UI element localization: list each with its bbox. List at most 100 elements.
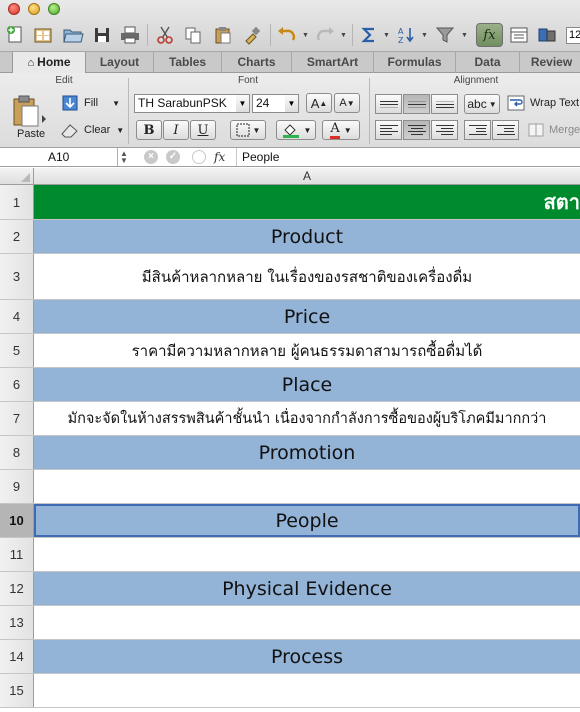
font-name-dropdown-icon[interactable]: ▼: [236, 94, 250, 113]
cut-button[interactable]: [152, 23, 178, 47]
description-cell[interactable]: มักจะจัดในห้างสรรพสินค้าชั้นนำ เนื่องจาก…: [34, 402, 580, 435]
tab-layout[interactable]: Layout: [86, 52, 154, 73]
italic-button[interactable]: I: [163, 120, 189, 140]
description-cell[interactable]: มีสินค้าหลากหลาย ในเรื่องของรสชาติของเคร…: [34, 254, 580, 299]
filter-funnel-icon: [435, 27, 455, 43]
font-size-dropdown-icon[interactable]: ▼: [285, 94, 299, 113]
sort-dropdown-icon[interactable]: ▼: [421, 32, 428, 39]
section-cell-physical-evidence[interactable]: Physical Evidence: [34, 572, 580, 605]
zoom-window-button[interactable]: [48, 3, 60, 15]
font-color-button[interactable]: A ▼: [322, 120, 360, 140]
column-header-a[interactable]: A: [34, 168, 580, 185]
row-header[interactable]: 7: [0, 402, 34, 435]
tab-smartart[interactable]: SmartArt: [292, 52, 374, 73]
shrink-font-button[interactable]: A ▼: [334, 93, 360, 113]
autosum-dropdown-icon[interactable]: ▼: [383, 32, 390, 39]
paste-toolbar-button[interactable]: [210, 23, 236, 47]
tab-data[interactable]: Data: [456, 52, 520, 73]
name-box-stepper-icon[interactable]: ▲ ▼: [120, 150, 128, 165]
redo-dropdown-icon[interactable]: ▼: [340, 32, 347, 39]
print-button[interactable]: [117, 23, 143, 47]
filter-button[interactable]: [433, 23, 459, 47]
row-header[interactable]: 2: [0, 220, 34, 253]
formula-input[interactable]: People: [242, 148, 279, 166]
tab-review[interactable]: Review: [520, 52, 580, 73]
toolbox-button[interactable]: [506, 23, 532, 47]
tab-charts[interactable]: Charts: [222, 52, 292, 73]
row-header[interactable]: 8: [0, 436, 34, 469]
row-header[interactable]: 1: [0, 185, 34, 219]
new-document-button[interactable]: [2, 23, 28, 47]
fill-button[interactable]: Fill ▼: [62, 95, 120, 111]
table-row: 1 สตา: [0, 185, 580, 220]
align-bottom-button[interactable]: [431, 94, 458, 114]
filter-dropdown-icon[interactable]: ▼: [461, 32, 468, 39]
copy-button[interactable]: [180, 23, 206, 47]
insert-function-icon[interactable]: fx: [214, 148, 225, 166]
section-cell-people[interactable]: People: [34, 504, 580, 537]
row-header[interactable]: 5: [0, 334, 34, 367]
tab-formulas[interactable]: Formulas: [374, 52, 456, 73]
tab-home[interactable]: ⌂ Home: [12, 52, 86, 74]
font-name-field[interactable]: TH SarabunPSK: [134, 94, 237, 113]
empty-cell[interactable]: [34, 470, 580, 503]
bold-button[interactable]: B: [136, 120, 162, 140]
row-header[interactable]: 14: [0, 640, 34, 673]
row-header[interactable]: 9: [0, 470, 34, 503]
underline-button[interactable]: U: [190, 120, 216, 140]
undo-dropdown-icon[interactable]: ▼: [302, 32, 309, 39]
section-cell-process[interactable]: Process: [34, 640, 580, 673]
borders-button[interactable]: ▼: [230, 120, 266, 140]
row-header[interactable]: 12: [0, 572, 34, 605]
row-header[interactable]: 4: [0, 300, 34, 333]
empty-cell[interactable]: [34, 674, 580, 707]
decrease-indent-button[interactable]: [464, 120, 491, 140]
formula-builder-button[interactable]: fx: [476, 23, 503, 47]
increase-indent-button[interactable]: [492, 120, 519, 140]
empty-cell[interactable]: [34, 606, 580, 639]
merge-button[interactable]: Merge: [528, 122, 580, 138]
align-middle-button[interactable]: [403, 94, 430, 114]
align-right-button[interactable]: [431, 120, 458, 140]
tab-tables[interactable]: Tables: [154, 52, 222, 73]
row-header[interactable]: 11: [0, 538, 34, 571]
cancel-entry-icon[interactable]: ×: [144, 150, 158, 164]
save-button[interactable]: [89, 23, 115, 47]
open-button[interactable]: [60, 23, 86, 47]
zoom-input[interactable]: 12: [566, 27, 580, 44]
format-painter-button[interactable]: [239, 23, 265, 47]
function-toggle-icon[interactable]: [192, 150, 206, 164]
text-orientation-button[interactable]: abc ▼: [464, 94, 500, 114]
close-window-button[interactable]: [8, 3, 20, 15]
undo-button[interactable]: [274, 23, 300, 47]
font-size-field[interactable]: 24: [252, 94, 286, 113]
clear-button[interactable]: Clear ▼: [60, 122, 124, 138]
name-box[interactable]: A10: [0, 148, 118, 166]
section-cell-promotion[interactable]: Promotion: [34, 436, 580, 469]
title-cell[interactable]: สตา: [34, 185, 580, 219]
empty-cell[interactable]: [34, 538, 580, 571]
row-header-selected[interactable]: 10: [0, 504, 34, 537]
row-header[interactable]: 3: [0, 254, 34, 299]
fill-color-button[interactable]: ▼: [276, 120, 316, 140]
autosum-button[interactable]: [356, 23, 382, 47]
minimize-window-button[interactable]: [28, 3, 40, 15]
description-cell[interactable]: ราคามีความหลากหลาย ผู้คนธรรมดาสามารถซื้อ…: [34, 334, 580, 367]
redo-button[interactable]: [312, 23, 338, 47]
section-cell-place[interactable]: Place: [34, 368, 580, 401]
row-header[interactable]: 6: [0, 368, 34, 401]
gallery-button[interactable]: [30, 23, 56, 47]
section-cell-product[interactable]: Product: [34, 220, 580, 253]
align-center-button[interactable]: [403, 120, 430, 140]
row-header[interactable]: 13: [0, 606, 34, 639]
confirm-entry-icon[interactable]: ✓: [166, 150, 180, 164]
media-browser-button[interactable]: [534, 23, 560, 47]
wrap-text-button[interactable]: Wrap Text: [507, 95, 579, 111]
select-all-corner[interactable]: [0, 168, 34, 185]
section-cell-price[interactable]: Price: [34, 300, 580, 333]
align-left-button[interactable]: [375, 120, 402, 140]
row-header[interactable]: 15: [0, 674, 34, 707]
align-top-button[interactable]: [375, 94, 402, 114]
sort-button[interactable]: AZ: [393, 23, 419, 47]
grow-font-button[interactable]: A ▲: [306, 93, 332, 113]
